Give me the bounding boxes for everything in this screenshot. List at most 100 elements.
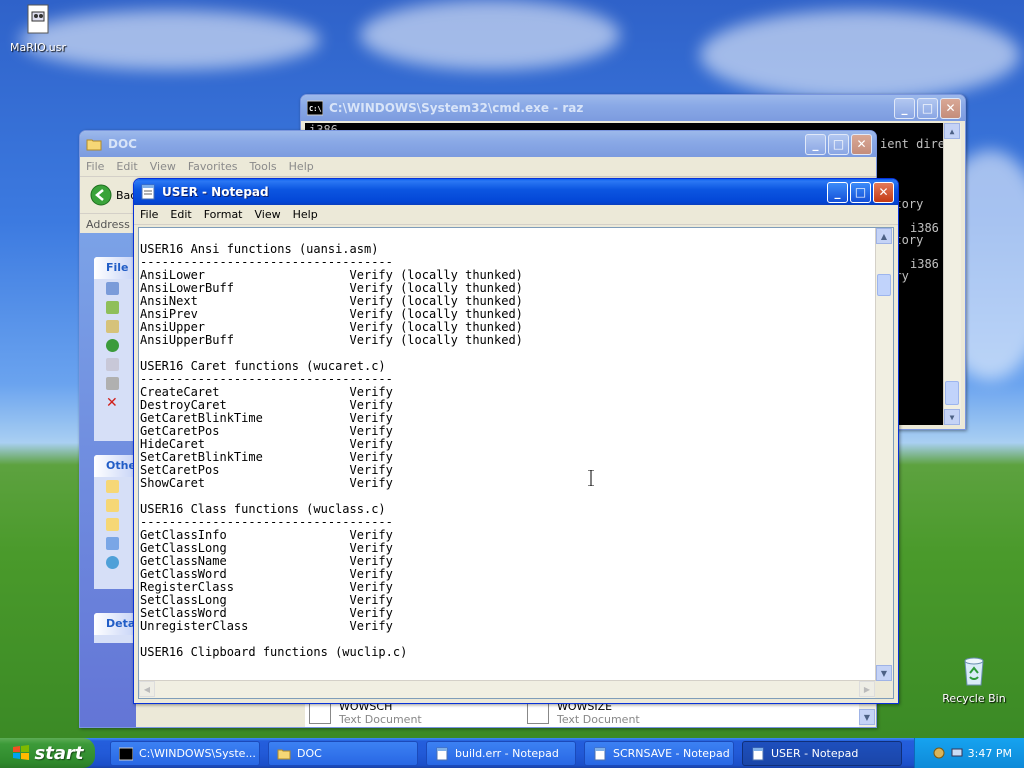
arrow-left-icon: ◀ <box>143 684 151 694</box>
notepad-titlebar[interactable]: USER - Notepad _ □ ✕ <box>134 179 898 205</box>
task-item[interactable] <box>94 279 136 298</box>
back-arrow-icon <box>90 184 112 206</box>
close-button[interactable]: ✕ <box>873 181 894 203</box>
taskbar-button-scrnsave[interactable]: SCRNSAVE - Notepad <box>584 741 734 766</box>
clock[interactable]: 3:47 PM <box>968 747 1012 760</box>
task-item[interactable]: ✕ <box>94 393 136 412</box>
start-button[interactable]: start <box>0 738 95 768</box>
notepad-icon <box>436 747 448 760</box>
taskbar-button-label: DOC <box>297 747 322 760</box>
scroll-right-button[interactable]: ▶ <box>859 681 875 697</box>
other-places-heading[interactable]: Othe <box>94 455 136 477</box>
menu-format[interactable]: Format <box>198 208 249 221</box>
notepad-icon <box>752 747 764 760</box>
doc-titlebar[interactable]: DOC _ □ ✕ <box>80 131 876 157</box>
size-grip[interactable] <box>875 681 893 698</box>
minimize-button[interactable]: _ <box>827 181 848 203</box>
scroll-left-button[interactable]: ◀ <box>139 681 155 697</box>
scroll-thumb[interactable] <box>877 274 891 296</box>
close-icon: ✕ <box>945 101 956 115</box>
scroll-thumb[interactable] <box>945 381 959 405</box>
task-item[interactable] <box>94 317 136 336</box>
horizontal-scrollbar[interactable]: ◀ ▶ <box>139 680 875 698</box>
taskbar-button-cmd[interactable]: C:\WINDOWS\Syste... <box>110 741 260 766</box>
notepad-icon <box>141 184 155 200</box>
place-item[interactable] <box>94 515 136 534</box>
notepad-title: USER - Notepad <box>162 185 269 199</box>
taskbar-button-label: C:\WINDOWS\Syste... <box>139 747 256 760</box>
taskbar-button-build-err[interactable]: build.err - Notepad <box>426 741 576 766</box>
console-line: i386 <box>910 257 939 271</box>
network-icon <box>106 556 119 569</box>
minimize-icon: _ <box>812 137 819 151</box>
scroll-up-button[interactable]: ▲ <box>944 123 960 139</box>
task-item[interactable] <box>94 374 136 393</box>
menu-edit[interactable]: Edit <box>110 160 143 173</box>
task-item[interactable] <box>94 298 136 317</box>
vertical-scrollbar[interactable]: ▲ ▼ <box>875 228 893 681</box>
task-item[interactable] <box>94 355 136 374</box>
cmd-titlebar[interactable]: C:\ C:\WINDOWS\System32\cmd.exe - raz _ … <box>301 95 965 121</box>
place-item[interactable] <box>94 553 136 572</box>
notepad-text[interactable]: USER16 Ansi functions (uansi.asm) ------… <box>140 228 875 681</box>
copy-icon <box>106 320 119 333</box>
system-tray: 3:47 PM <box>914 738 1024 768</box>
menu-file[interactable]: File <box>80 160 110 173</box>
maximize-icon: □ <box>921 101 934 115</box>
menu-edit[interactable]: Edit <box>164 208 197 221</box>
minimize-button[interactable]: _ <box>805 133 826 155</box>
notepad-edit-area[interactable]: USER16 Ansi functions (uansi.asm) ------… <box>138 227 894 699</box>
desktop-icon-label: Recycle Bin <box>942 692 1006 705</box>
scroll-down-button[interactable]: ▼ <box>876 665 892 681</box>
details-heading[interactable]: Deta <box>94 613 136 635</box>
maximize-button[interactable]: □ <box>917 97 938 119</box>
menu-view[interactable]: View <box>249 208 287 221</box>
folder-icon <box>277 749 291 759</box>
close-button[interactable]: ✕ <box>940 97 961 119</box>
folder-icon <box>106 518 119 531</box>
maximize-button[interactable]: □ <box>850 181 871 203</box>
recycle-bin-icon <box>964 657 984 686</box>
place-item[interactable] <box>94 496 136 515</box>
other-places-panel: Othe <box>94 455 136 589</box>
taskbar-button-doc[interactable]: DOC <box>268 741 418 766</box>
rename-icon <box>106 282 119 295</box>
maximize-button[interactable]: □ <box>828 133 849 155</box>
notepad-window[interactable]: USER - Notepad _ □ ✕ File Edit Format Vi… <box>133 178 899 704</box>
scroll-down-button[interactable]: ▼ <box>859 709 875 725</box>
file-type: Text Document <box>557 713 640 726</box>
folder-icon <box>106 480 119 493</box>
menu-help[interactable]: Help <box>287 208 324 221</box>
print-icon <box>106 377 119 390</box>
document-icon <box>27 4 49 34</box>
windows-logo-icon <box>12 745 29 760</box>
menu-favorites[interactable]: Favorites <box>182 160 244 173</box>
taskbar-button-user-notepad[interactable]: USER - Notepad <box>742 741 902 766</box>
arrow-up-icon: ▲ <box>949 126 955 136</box>
minimize-icon: _ <box>834 185 841 199</box>
address-label: Address <box>86 217 130 231</box>
close-button[interactable]: ✕ <box>851 133 872 155</box>
scroll-down-button[interactable]: ▼ <box>944 409 960 425</box>
email-icon <box>106 358 119 371</box>
taskbar-button-label: USER - Notepad <box>771 747 859 760</box>
menu-view[interactable]: View <box>144 160 182 173</box>
details-panel: Deta <box>94 613 136 643</box>
scroll-up-button[interactable]: ▲ <box>876 228 892 244</box>
move-icon <box>106 301 119 314</box>
menu-file[interactable]: File <box>134 208 164 221</box>
desktop-icon-recycle-bin[interactable]: Recycle Bin <box>939 655 1009 705</box>
file-tasks-panel: File a ✕ <box>94 257 136 441</box>
svg-text:C:\: C:\ <box>309 105 322 113</box>
menu-tools[interactable]: Tools <box>244 160 283 173</box>
tray-network-icon[interactable] <box>950 746 964 760</box>
desktop-icon-mario[interactable]: MaRIO.usr <box>3 4 73 54</box>
menu-help[interactable]: Help <box>283 160 320 173</box>
vertical-scrollbar[interactable]: ▲ ▼ <box>943 123 961 425</box>
task-item[interactable] <box>94 336 136 355</box>
tray-tools-icon[interactable] <box>932 746 946 760</box>
file-tasks-heading[interactable]: File a <box>94 257 136 296</box>
place-item[interactable] <box>94 534 136 553</box>
minimize-button[interactable]: _ <box>894 97 915 119</box>
place-item[interactable] <box>94 477 136 496</box>
